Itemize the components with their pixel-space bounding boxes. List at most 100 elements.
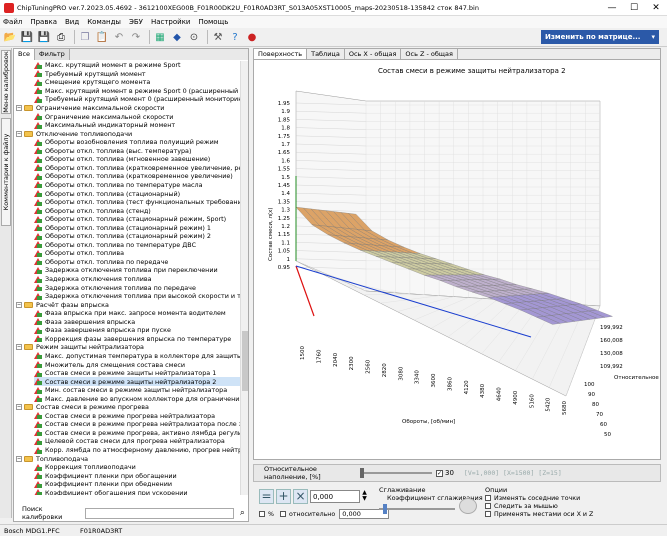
- collapse-icon[interactable]: −: [16, 344, 22, 351]
- menu-file[interactable]: Файл: [3, 18, 22, 26]
- tree-item[interactable]: Задержка отключения топлива: [34, 275, 240, 284]
- relative-checkbox[interactable]: [279, 511, 286, 517]
- rel-fill-slider[interactable]: [360, 468, 432, 478]
- undo-icon[interactable]: ↶: [112, 30, 126, 44]
- tab-calibration-menu[interactable]: Меню калибровок: [1, 50, 11, 114]
- tree-item[interactable]: Обороты откл. топлива по температуре мас…: [34, 181, 240, 190]
- tree-item[interactable]: Обороты откл. топлива (тест функциональн…: [34, 198, 240, 207]
- tree-folder[interactable]: − Ограничение максимальной скорости: [16, 104, 240, 113]
- menu-commands[interactable]: Команды: [87, 18, 121, 26]
- add-value-icon[interactable]: +: [276, 489, 291, 504]
- tree-item[interactable]: Обороты откл. топлива (кратковременное у…: [34, 172, 240, 181]
- tree-item[interactable]: Обороты откл. топлива (кратковременное у…: [34, 164, 240, 173]
- tree-item[interactable]: Состав смеси в режиме прогрева, активно …: [34, 429, 240, 438]
- menu-ecu[interactable]: ЭБУ: [129, 18, 143, 26]
- help-icon[interactable]: ?: [228, 30, 242, 44]
- tree-item[interactable]: Состав смеси в режиме прогрева нейтрализ…: [34, 420, 240, 429]
- save-icon[interactable]: 💾: [20, 30, 34, 44]
- tree-item[interactable]: Макс. крутящий момент в режиме Sport 0 (…: [34, 87, 240, 96]
- tree-item[interactable]: Целевой состав смеси для прогрева нейтра…: [34, 437, 240, 446]
- menu-help[interactable]: Помощь: [198, 18, 228, 26]
- smoothing-slider[interactable]: [379, 504, 455, 514]
- tree-item[interactable]: Задержка отключения топлива по передаче: [34, 283, 240, 292]
- value-input[interactable]: 0,000: [310, 490, 360, 503]
- set-value-icon[interactable]: =: [259, 489, 274, 504]
- tab-all[interactable]: Все: [14, 49, 36, 60]
- minimize-button[interactable]: —: [601, 0, 623, 16]
- value-spinner[interactable]: ▲ ▼: [360, 490, 369, 503]
- compare-icon[interactable]: ◆: [170, 30, 184, 44]
- tab-surface[interactable]: Поверхность: [254, 49, 308, 59]
- tree-item[interactable]: Обороты откл. топлива (стационарный режи…: [34, 232, 240, 241]
- print-icon[interactable]: ⎙: [54, 30, 68, 44]
- mode-dropdown[interactable]: Изменить по матрице... ▾: [541, 30, 659, 44]
- tree-folder[interactable]: − Отключение топливоподачи: [16, 129, 240, 138]
- tree-item[interactable]: Обороты откл. топлива (стационарный): [34, 189, 240, 198]
- tree-item[interactable]: Обороты откл. топлива (стационарный режи…: [34, 223, 240, 232]
- tree-item[interactable]: Задержка отключения топлива при высокой …: [34, 292, 240, 301]
- tree-item[interactable]: Обороты откл. топлива по передаче: [34, 258, 240, 267]
- tree-item[interactable]: Обороты откл. топлива (выс. температура): [34, 147, 240, 156]
- opt-neighbor-checkbox[interactable]: [485, 495, 491, 501]
- tree-item[interactable]: Обороты откл. топлива (стенд): [34, 206, 240, 215]
- tree-item[interactable]: Состав смеси в режиме прогрева нейтрализ…: [34, 412, 240, 421]
- ecu-icon[interactable]: ▦: [153, 30, 167, 44]
- tree-item[interactable]: Обороты возобновления топлива полуищий р…: [34, 138, 240, 147]
- open-icon[interactable]: 📂: [3, 30, 17, 44]
- scrollbar-thumb[interactable]: [242, 331, 248, 391]
- tree-item[interactable]: Обороты откл. топлива: [34, 249, 240, 258]
- tree-item[interactable]: Коэффициент пленки при обеднении: [34, 480, 240, 489]
- tree-folder[interactable]: − Топливоподача: [16, 454, 240, 463]
- tree-item[interactable]: Макс. крутящий момент в режиме Sport: [34, 61, 240, 70]
- tree-item[interactable]: Ограничение максимальной скорости: [34, 112, 240, 121]
- tree-item[interactable]: Коэффициент пленки при обогащении: [34, 471, 240, 480]
- info-icon[interactable]: ●: [245, 30, 259, 44]
- collapse-icon[interactable]: −: [16, 105, 22, 112]
- tab-filter[interactable]: Фильтр: [35, 49, 70, 60]
- rel-fill-checkbox[interactable]: ✓: [436, 469, 443, 477]
- paste-icon[interactable]: 📋: [95, 30, 109, 44]
- opt-follow-mouse-checkbox[interactable]: [485, 503, 491, 509]
- tree-item[interactable]: Обороты откл. топлива (стационарный режи…: [34, 215, 240, 224]
- tree-item[interactable]: Фаза завершения впрыска при пуске: [34, 326, 240, 335]
- save-as-icon[interactable]: 💾: [37, 30, 51, 44]
- tab-table[interactable]: Таблица: [307, 49, 345, 59]
- tree-folder[interactable]: − Расчёт фазы впрыска: [16, 300, 240, 309]
- menu-edit[interactable]: Правка: [30, 18, 57, 26]
- tools-icon[interactable]: ⚒: [211, 30, 225, 44]
- maximize-button[interactable]: ☐: [623, 0, 645, 16]
- search-input[interactable]: [85, 507, 234, 519]
- tree-item[interactable]: Состав смеси в режиме защиты нейтрализат…: [34, 377, 240, 386]
- tree-item[interactable]: Мин. состав смеси в режиме защиты нейтра…: [34, 386, 240, 395]
- menu-view[interactable]: Вид: [65, 18, 79, 26]
- tab-axis-z[interactable]: Ось Z - общая: [401, 49, 458, 59]
- tree-item[interactable]: Коррекция топливоподачи: [34, 463, 240, 472]
- collapse-icon[interactable]: −: [16, 301, 22, 308]
- tree-folder[interactable]: − Режим защиты нейтрализатора: [16, 343, 240, 352]
- tree-item[interactable]: Состав смеси в режиме защиты нейтрализат…: [34, 369, 240, 378]
- tree-item[interactable]: Макс. давление во впускном коллекторе дл…: [34, 394, 240, 403]
- close-button[interactable]: ✕: [645, 0, 667, 16]
- percent-checkbox[interactable]: [259, 511, 265, 517]
- tree-item[interactable]: Фаза впрыска при макс. запросе момента в…: [34, 309, 240, 318]
- search-icon[interactable]: ⌕: [237, 507, 248, 519]
- collapse-icon[interactable]: −: [16, 455, 22, 462]
- multiply-value-icon[interactable]: ×: [293, 489, 308, 504]
- tree-item[interactable]: Фаза завершения впрыска: [34, 318, 240, 327]
- collapse-icon[interactable]: −: [16, 130, 22, 137]
- tree-item[interactable]: Обороты откл. топлива по температуре ДВС: [34, 241, 240, 250]
- tree-item[interactable]: Корр. лямбда по атмосферному давлению, п…: [34, 446, 240, 455]
- tree-item[interactable]: Задержка отключения топлива при переключ…: [34, 266, 240, 275]
- tree-item[interactable]: Макс. допустимая температура в коллектор…: [34, 352, 240, 361]
- tree-item[interactable]: Коэффициент обогащения при ускорении: [34, 489, 240, 495]
- tree-item[interactable]: Требуемый крутящий момент 0 (расширенный…: [34, 95, 240, 104]
- tree-item[interactable]: Требуемый крутящий момент: [34, 70, 240, 79]
- tree-item[interactable]: Обороты откл. топлива (мгновенное завеше…: [34, 155, 240, 164]
- surface-chart[interactable]: Состав смеси в режиме защиты нейтрализат…: [254, 61, 660, 459]
- redo-icon[interactable]: ↷: [129, 30, 143, 44]
- copy-icon[interactable]: ❐: [78, 30, 92, 44]
- tree-item[interactable]: Множитель для смещения состава смеси: [34, 360, 240, 369]
- tree-item[interactable]: Максимальный индикаторный момент: [34, 121, 240, 130]
- tree-folder[interactable]: − Состав смеси в режиме прогрева: [16, 403, 240, 412]
- opt-swap-axes-checkbox[interactable]: [485, 511, 491, 517]
